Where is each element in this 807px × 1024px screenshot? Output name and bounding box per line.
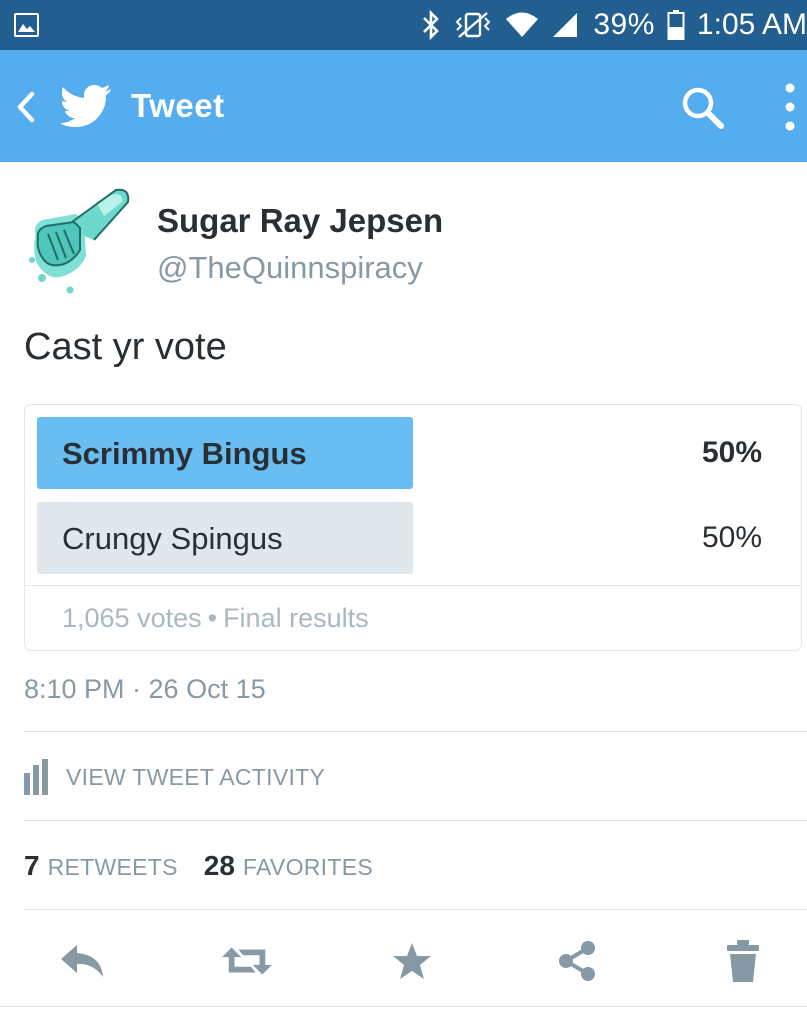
page-title: Tweet <box>131 87 225 124</box>
divider <box>0 1006 807 1007</box>
reply-button[interactable] <box>58 936 108 986</box>
retweets-count[interactable]: 7 <box>24 850 40 882</box>
divider <box>24 820 807 821</box>
battery-icon <box>667 10 685 40</box>
battery-percent: 39% <box>593 8 655 41</box>
retweet-button[interactable] <box>222 936 272 986</box>
back-icon[interactable] <box>14 90 38 124</box>
poll-option: Crungy Spingus 50% <box>37 502 791 574</box>
poll-status: Final results <box>223 603 369 633</box>
divider <box>24 909 807 910</box>
status-bar: 39% 1:05 AM <box>0 0 807 50</box>
author-handle[interactable]: @TheQuinnspiracy <box>157 250 423 286</box>
tweet-timestamp: 8:10 PM · 26 Oct 15 <box>24 674 266 704</box>
gallery-icon <box>14 13 39 37</box>
favorite-button[interactable] <box>387 936 437 986</box>
tweet-stats: 7 RETWEETS 28 FAVORITES <box>24 850 399 882</box>
clock: 1:05 AM <box>696 8 807 41</box>
divider <box>24 731 807 732</box>
poll-option-percent: 50% <box>701 436 762 469</box>
view-tweet-activity-button[interactable]: VIEW TWEET ACTIVITY <box>24 758 325 796</box>
poll-option-percent: 50% <box>701 521 762 554</box>
delete-button[interactable] <box>718 936 768 986</box>
author-name[interactable]: Sugar Ray Jepsen <box>157 202 443 240</box>
search-icon[interactable] <box>679 84 725 130</box>
wifi-icon <box>506 12 539 37</box>
retweet-icon <box>222 947 272 975</box>
share-button[interactable] <box>552 936 602 986</box>
separator: • <box>207 603 218 633</box>
favorites-label[interactable]: FAVORITES <box>243 854 373 881</box>
bar-chart-icon <box>24 759 48 795</box>
bluetooth-icon <box>423 10 440 40</box>
twitter-bird-icon <box>60 85 111 127</box>
share-icon <box>559 941 595 981</box>
poll-option-label: Crungy Spingus <box>62 521 283 556</box>
favorites-count[interactable]: 28 <box>204 850 235 882</box>
divider <box>25 585 801 586</box>
tweet-text: Cast yr vote <box>24 326 227 368</box>
favorite-icon <box>393 943 431 979</box>
vibrate-icon <box>455 12 491 38</box>
poll-vote-count: 1,065 votes <box>62 603 202 633</box>
poll-footer: 1,065 votes • Final results <box>62 603 369 634</box>
poll-option-label: Scrimmy Bingus <box>62 436 307 471</box>
more-vert-icon[interactable] <box>780 82 800 132</box>
reply-icon <box>61 945 103 977</box>
tweet-actions <box>0 930 807 992</box>
signal-icon <box>553 13 578 37</box>
app-bar: Tweet <box>0 50 807 162</box>
retweets-label[interactable]: RETWEETS <box>48 854 178 881</box>
activity-label: VIEW TWEET ACTIVITY <box>66 763 326 790</box>
poll-option-winner: Scrimmy Bingus 50% <box>37 417 791 489</box>
poll-card: Scrimmy Bingus 50% Crungy Spingus 50% 1,… <box>24 404 802 651</box>
avatar[interactable] <box>24 186 134 296</box>
delete-icon <box>727 940 759 982</box>
